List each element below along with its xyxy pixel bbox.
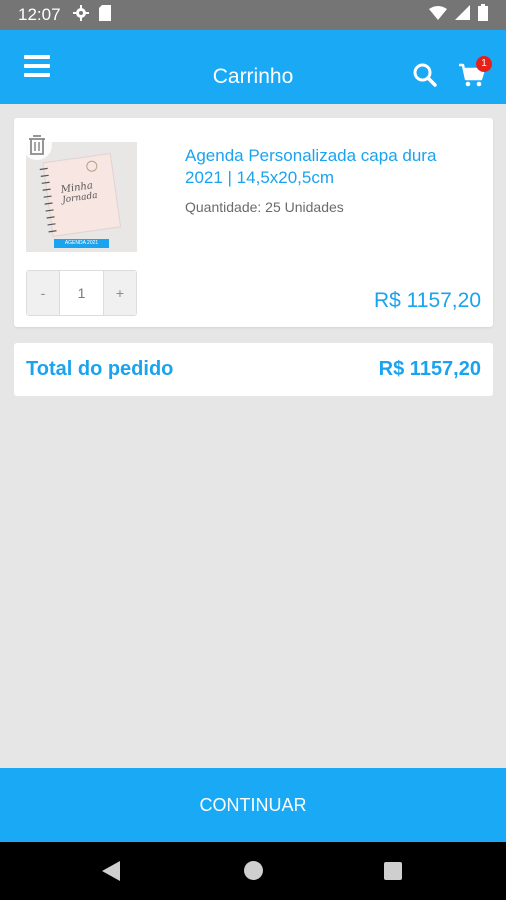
increment-button[interactable]: +	[103, 271, 136, 315]
product-title[interactable]: Agenda Personalizada capa dura 2021 | 14…	[185, 145, 475, 189]
quantity-stepper: - +	[26, 270, 137, 316]
order-total-card: Total do pedido R$ 1157,20	[14, 343, 493, 396]
decrement-button[interactable]: -	[27, 271, 60, 315]
product-image-label: AGENDA 2021	[64, 240, 99, 246]
product-quantity-text: Quantidade: 25 Unidades	[185, 199, 344, 215]
order-total-value: R$ 1157,20	[378, 358, 481, 380]
continue-button[interactable]: CONTINUAR	[0, 768, 506, 842]
search-icon[interactable]	[412, 62, 438, 88]
cart-item-card: Minha Jornada AGENDA 2021 Agenda Persona…	[14, 118, 493, 327]
wifi-icon	[429, 5, 447, 25]
home-icon[interactable]	[244, 861, 263, 880]
back-icon[interactable]	[102, 861, 120, 886]
status-bar: 12:07	[0, 0, 506, 30]
settings-gear-icon	[72, 4, 89, 26]
recents-icon[interactable]	[384, 862, 402, 880]
trash-icon[interactable]	[22, 130, 52, 160]
sd-card-icon	[98, 4, 111, 26]
signal-icon	[455, 5, 470, 25]
battery-icon	[478, 4, 488, 26]
product-price: R$ 1157,20	[373, 289, 481, 312]
status-time: 12:07	[18, 5, 61, 24]
quantity-input[interactable]	[60, 271, 103, 315]
order-total-label: Total do pedido	[26, 358, 174, 380]
system-nav-bar	[0, 842, 506, 900]
cart-count-badge: 1	[476, 56, 492, 72]
